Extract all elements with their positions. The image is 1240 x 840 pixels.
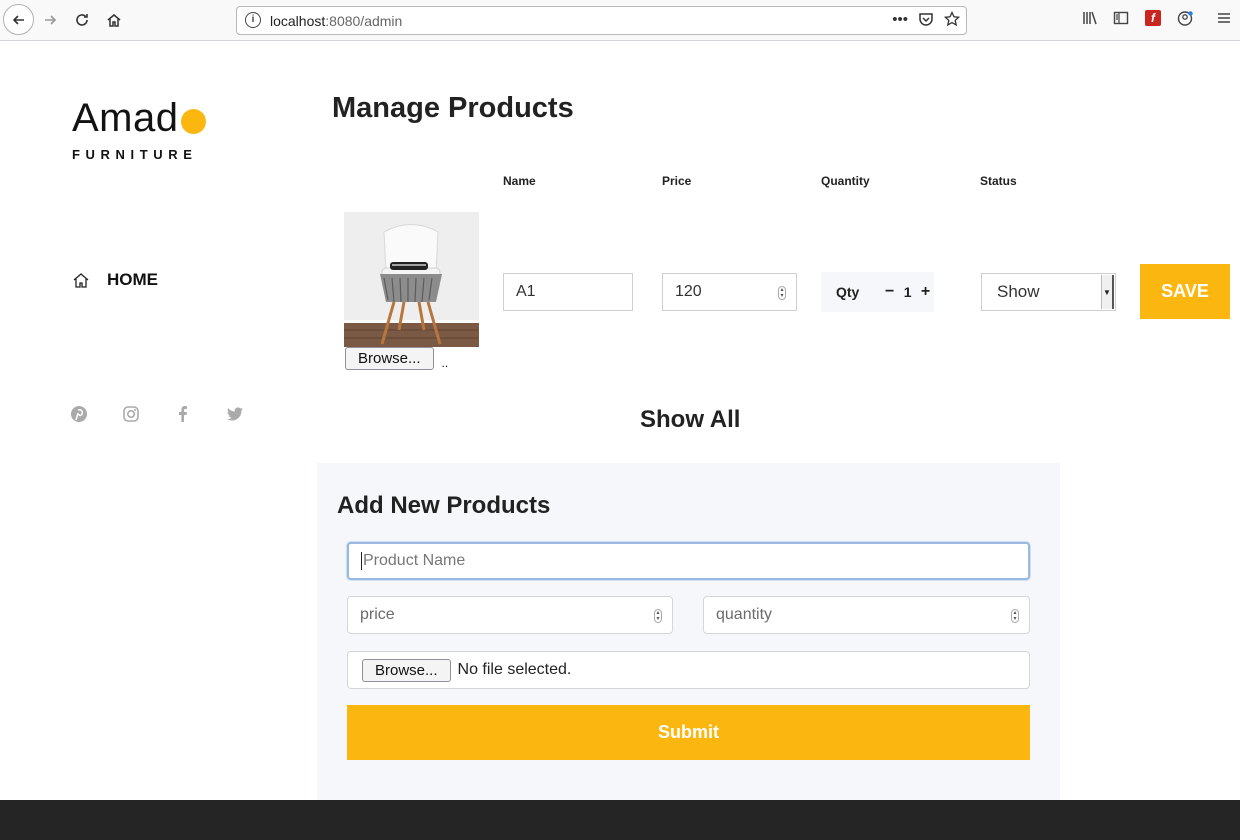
url-path: :8080/admin [325,13,403,29]
pinterest-icon[interactable] [70,405,122,423]
quantity-placeholder: quantity [716,606,773,623]
instagram-icon[interactable] [122,405,174,423]
forward-button[interactable] [35,5,65,35]
image-upload: Browse... .. [345,347,448,370]
bookmark-star-icon[interactable] [944,11,960,27]
number-spinner-icon[interactable]: ▴ ▾ [1011,609,1019,623]
file-upload-field[interactable]: Browse... No file selected. [347,651,1030,689]
column-header-quantity: Quantity [821,174,870,188]
page-title: Manage Products [332,92,574,124]
brand-subtitle: FURNITURE [72,147,198,162]
page-footer [0,800,1240,840]
product-price-value: 120 [675,283,702,300]
file-status: No file selected. [457,661,572,678]
product-name-value: A1 [516,283,536,300]
reload-icon [76,14,88,26]
file-status: .. [441,356,449,370]
account-icon[interactable] [1177,10,1194,31]
qty-decrement-button[interactable]: − [881,283,898,301]
price-input[interactable]: price ▴ ▾ [347,596,673,634]
browse-button[interactable]: Browse... [362,658,451,682]
home-button[interactable] [99,5,129,35]
back-button[interactable] [3,4,34,35]
sidebar-item-home[interactable]: HOME [72,270,158,290]
brand-dot [180,109,206,134]
pocket-icon[interactable] [918,11,934,27]
forward-arrow-icon [45,15,57,25]
sidebar-item-label: HOME [107,270,158,289]
info-icon[interactable]: i [245,12,261,28]
price-placeholder: price [360,606,395,623]
add-products-title: Add New Products [337,492,551,519]
add-product-panel: Add New Products Product Name price ▴ ▾ q… [317,463,1060,800]
text-caret [361,552,362,570]
sidebar-toggle-icon[interactable] [1113,10,1129,30]
status-value: Show [997,282,1040,301]
status-select[interactable]: Show ▼ [981,273,1116,311]
product-price-field[interactable]: 120 ▴ ▾ [662,273,797,311]
reload-button[interactable] [67,5,97,35]
twitter-icon[interactable] [226,405,278,423]
qty-value[interactable]: 1 [898,284,917,300]
brand-name: Amad [72,96,206,141]
library-icon[interactable] [1082,10,1098,30]
qty-increment-button[interactable]: + [917,283,934,301]
quantity-stepper: Qty − 1 + [821,272,934,312]
product-name-field[interactable]: A1 [503,273,633,311]
product-name-placeholder: Product Name [363,552,466,569]
back-arrow-icon [12,14,24,25]
page-actions-icon[interactable]: ••• [892,11,908,28]
column-header-name: Name [503,174,536,188]
home-icon [107,14,121,27]
product-image [344,212,479,347]
facebook-icon[interactable] [174,405,226,423]
brand-logo[interactable]: Amad FURNITURE [72,96,206,162]
url-host: localhost [270,13,326,29]
flash-icon[interactable]: f [1145,10,1161,26]
home-icon [73,273,89,288]
browse-button[interactable]: Browse... [345,347,434,370]
column-header-price: Price [662,174,692,188]
submit-button[interactable]: Submit [347,705,1030,760]
product-name-input[interactable]: Product Name [347,542,1030,580]
social-links [70,405,278,423]
brand-name-text: Amad [72,96,179,140]
save-button[interactable]: SAVE [1140,264,1230,319]
column-header-status: Status [980,174,1017,188]
number-spinner-icon[interactable]: ▴ ▾ [654,609,662,623]
show-all-link[interactable]: Show All [640,406,740,434]
dropdown-arrow-icon[interactable]: ▼ [1101,275,1114,309]
browser-toolbar: i localhost:8080/admin ••• f [0,0,1240,41]
url-text: localhost:8080/admin [270,13,402,29]
address-bar[interactable]: i localhost:8080/admin ••• [236,6,967,35]
qty-label: Qty [836,284,860,300]
quantity-input[interactable]: quantity ▴ ▾ [703,596,1030,634]
number-spinner-icon[interactable]: ▴ ▾ [778,286,786,300]
menu-icon[interactable] [1216,10,1232,30]
